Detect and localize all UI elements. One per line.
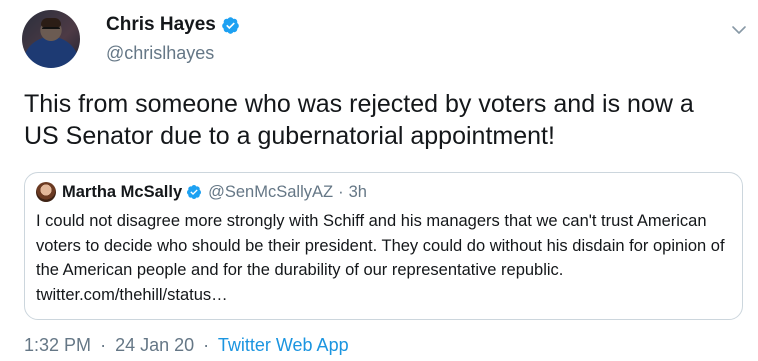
- tweet-card: Chris Hayes @chrislhayes This from someo…: [0, 0, 758, 361]
- quoted-separator: ·: [338, 182, 344, 201]
- tweet-source-link[interactable]: Twitter Web App: [218, 335, 349, 355]
- meta-separator: ·: [100, 335, 107, 355]
- tweet-metadata: 1:32 PM · 24 Jan 20 · Twitter Web App: [24, 335, 349, 356]
- tweet-date[interactable]: 24 Jan 20: [115, 335, 194, 355]
- quoted-tweet-text: I could not disagree more strongly with …: [36, 212, 725, 304]
- tweet-time[interactable]: 1:32 PM: [24, 335, 91, 355]
- chevron-down-icon[interactable]: [729, 20, 749, 40]
- quoted-author-display-name: Martha McSally: [62, 182, 183, 201]
- tweet-text: This from someone who was rejected by vo…: [24, 90, 694, 150]
- author-display-name[interactable]: Chris Hayes: [106, 14, 216, 36]
- meta-separator: ·: [203, 335, 210, 355]
- author-block: Chris Hayes @chrislhayes: [106, 14, 240, 64]
- quoted-tweet-header: Martha McSally @SenMcSallyAZ · 3h: [36, 182, 367, 202]
- quoted-tweet-card[interactable]: Martha McSally @SenMcSallyAZ · 3h I coul…: [24, 172, 743, 320]
- quoted-verified-badge-icon: [187, 185, 202, 199]
- quoted-author-handle: @SenMcSallyAZ: [208, 182, 334, 201]
- quoted-author-avatar: [36, 182, 56, 202]
- author-handle[interactable]: @chrislhayes: [106, 43, 240, 64]
- author-avatar[interactable]: [22, 10, 80, 68]
- quoted-timestamp: 3h: [348, 182, 367, 201]
- verified-badge-icon: [222, 16, 239, 34]
